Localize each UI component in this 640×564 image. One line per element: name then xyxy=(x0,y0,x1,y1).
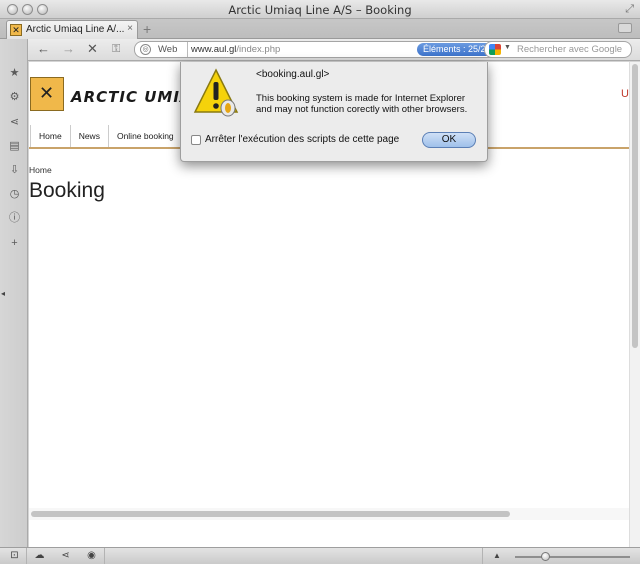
nav-item-news[interactable]: News xyxy=(71,125,109,147)
panel-toggle-icon[interactable]: ⊡ xyxy=(8,550,21,562)
window-title: Arctic Umiaq Line A/S – Booking xyxy=(228,3,412,17)
key-icon[interactable]: ⚿ xyxy=(112,43,120,56)
zoom-slider[interactable] xyxy=(515,556,630,558)
nav-item-online-booking[interactable]: Online booking xyxy=(109,125,183,147)
status-separator xyxy=(482,548,483,564)
web-label: Web xyxy=(158,44,178,55)
site-nav: Home News Online booking T xyxy=(30,125,205,147)
share-icon[interactable]: ⋖ xyxy=(59,550,72,562)
warning-icon xyxy=(193,68,239,117)
star-icon[interactable]: ★ xyxy=(8,67,21,80)
horizontal-scroll-thumb[interactable] xyxy=(31,511,510,517)
url-text[interactable]: www.aul.gl/index.php xyxy=(191,44,280,55)
collapse-panel-icon[interactable]: ◂ xyxy=(1,289,5,298)
add-icon[interactable]: + xyxy=(8,237,21,250)
tab-booking[interactable]: ✕ Arctic Umiaq Line A/... × xyxy=(6,20,138,39)
url-separator xyxy=(187,42,188,57)
status-separator xyxy=(104,548,105,564)
site-logo[interactable]: ✕ xyxy=(30,77,64,111)
globe-icon: ◎ xyxy=(140,44,151,55)
dialog-message: This booking system is made for Internet… xyxy=(256,93,468,115)
page-title: Booking xyxy=(29,179,105,202)
stop-scripts-label[interactable]: Arrêter l'exécution des scripts de cette… xyxy=(205,134,399,145)
horizontal-scrollbar[interactable] xyxy=(29,508,629,520)
stop-button[interactable]: ✕ xyxy=(87,41,98,57)
tab-close-icon[interactable]: × xyxy=(127,23,133,34)
new-tab-icon[interactable]: + xyxy=(143,21,151,37)
google-icon[interactable] xyxy=(489,44,501,55)
site-favicon-icon: ✕ xyxy=(10,24,22,36)
clock-icon[interactable]: ◷ xyxy=(8,188,21,201)
zoom-slider-knob[interactable] xyxy=(541,552,550,561)
search-input[interactable]: ▼ Rechercher avec Google xyxy=(484,41,632,58)
alert-dialog: <booking.aul.gl> This booking system is … xyxy=(180,62,488,162)
url-path: /index.php xyxy=(236,44,281,55)
share-icon[interactable]: ⋖ xyxy=(8,116,21,129)
cloud-icon[interactable]: ☁ xyxy=(33,550,46,562)
status-bar: ⊡ ☁ ⋖ ◉ ▲ xyxy=(0,547,640,564)
back-button[interactable]: ← xyxy=(37,41,50,56)
tab-label: Arctic Umiaq Line A/... xyxy=(26,24,125,35)
header-right-text: U xyxy=(621,88,629,100)
window-titlebar: Arctic Umiaq Line A/S – Booking ⤢ xyxy=(0,0,640,19)
address-bar[interactable]: ◎ Web www.aul.gl/index.php Éléments : 25… xyxy=(134,41,506,58)
status-separator xyxy=(26,548,27,564)
search-placeholder: Rechercher avec Google xyxy=(517,44,623,55)
nav-item-home[interactable]: Home xyxy=(30,125,71,147)
forward-button[interactable]: → xyxy=(62,41,75,56)
tab-menu-icon[interactable] xyxy=(618,23,632,33)
ok-button[interactable]: OK xyxy=(422,132,476,148)
chevron-down-icon[interactable]: ▼ xyxy=(504,44,511,51)
notes-icon[interactable]: ▤ xyxy=(8,140,21,153)
download-icon[interactable]: ⇩ xyxy=(8,164,21,177)
chevron-up-icon[interactable]: ▲ xyxy=(493,551,501,560)
gear-icon[interactable]: ⚙ xyxy=(8,91,21,104)
dialog-host: <booking.aul.gl> xyxy=(256,69,330,80)
info-icon[interactable]: ⓘ xyxy=(8,212,21,225)
stop-scripts-checkbox[interactable] xyxy=(191,135,201,145)
url-domain: www.aul.gl xyxy=(191,44,237,55)
fullscreen-icon[interactable]: ⤢ xyxy=(625,3,634,16)
side-panel: ★ ⚙ ⋖ ▤ ⇩ ◷ ⓘ + ◂ xyxy=(0,39,28,547)
speed-dial-icon[interactable]: ◉ xyxy=(85,550,98,562)
vertical-scrollbar[interactable] xyxy=(629,62,640,547)
tab-bar: ✕ Arctic Umiaq Line A/... × + xyxy=(0,19,640,39)
vertical-scroll-thumb[interactable] xyxy=(632,64,638,348)
breadcrumb[interactable]: Home xyxy=(29,165,52,175)
browser-toolbar: ← → ✕ ⚿ ◎ Web www.aul.gl/index.php Éléme… xyxy=(28,39,640,61)
